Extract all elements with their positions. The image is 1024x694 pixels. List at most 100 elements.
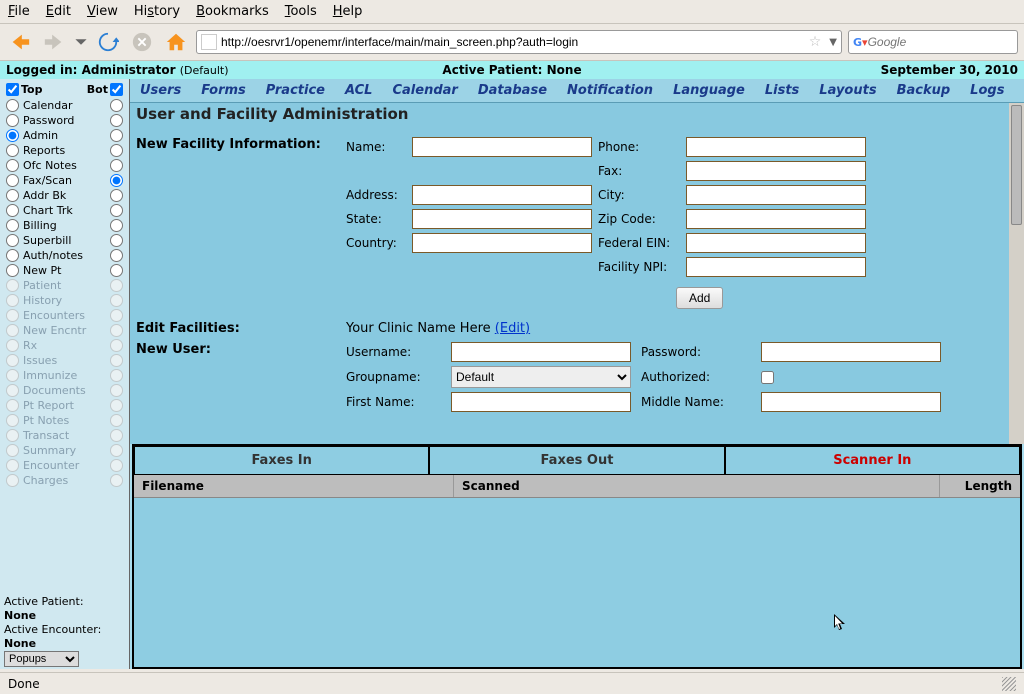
radio-bot (110, 369, 123, 382)
radio-bot[interactable] (110, 249, 123, 262)
menu-help[interactable]: Help (333, 4, 363, 19)
radio-bot[interactable] (110, 264, 123, 277)
input-phone[interactable] (686, 137, 866, 157)
nav-lists[interactable]: Lists (765, 83, 799, 98)
search-input[interactable] (868, 35, 1024, 49)
url-input[interactable] (221, 35, 805, 49)
label-password: Password: (641, 345, 751, 359)
popups-select[interactable]: Popups (4, 651, 79, 667)
sidebar-item-fax-scan[interactable]: Fax/Scan (4, 173, 125, 188)
radio-bot[interactable] (110, 159, 123, 172)
sidebar-item-password[interactable]: Password (4, 113, 125, 128)
input-username[interactable] (451, 342, 631, 362)
sidebar-item-new-pt[interactable]: New Pt (4, 263, 125, 278)
forward-button[interactable] (40, 28, 68, 56)
sidebar-item-calendar[interactable]: Calendar (4, 98, 125, 113)
radio-bot[interactable] (110, 174, 123, 187)
radio-bot[interactable] (110, 99, 123, 112)
radio-top[interactable] (6, 129, 19, 142)
radio-bot[interactable] (110, 204, 123, 217)
input-address[interactable] (412, 185, 592, 205)
nav-notification[interactable]: Notification (567, 83, 653, 98)
bot-checkbox[interactable]: Bot (87, 83, 123, 96)
back-button[interactable] (6, 28, 34, 56)
resize-grip-icon[interactable] (1002, 677, 1016, 691)
radio-bot[interactable] (110, 219, 123, 232)
sidebar-item-chart-trk[interactable]: Chart Trk (4, 203, 125, 218)
tab-faxes-out[interactable]: Faxes Out (429, 446, 724, 475)
input-ein[interactable] (686, 233, 866, 253)
sidebar-item-ofc-notes[interactable]: Ofc Notes (4, 158, 125, 173)
col-scanned[interactable]: Scanned (454, 475, 940, 497)
nav-language[interactable]: Language (673, 83, 745, 98)
radio-bot[interactable] (110, 114, 123, 127)
menu-history[interactable]: History (134, 4, 180, 19)
add-button[interactable]: Add (676, 287, 723, 309)
radio-top[interactable] (6, 189, 19, 202)
bookmark-star-icon[interactable]: ☆ (809, 34, 822, 50)
search-bar[interactable]: G▾ 🔍 (848, 30, 1018, 54)
menu-tools[interactable]: Tools (285, 4, 317, 19)
input-city[interactable] (686, 185, 866, 205)
home-button[interactable] (162, 28, 190, 56)
reload-button[interactable] (94, 28, 122, 56)
menu-view[interactable]: View (87, 4, 118, 19)
menu-file[interactable]: File (8, 4, 30, 19)
radio-bot[interactable] (110, 144, 123, 157)
radio-top[interactable] (6, 159, 19, 172)
radio-top[interactable] (6, 174, 19, 187)
sidebar-item-reports[interactable]: Reports (4, 143, 125, 158)
input-password[interactable] (761, 342, 941, 362)
nav-database[interactable]: Database (478, 83, 547, 98)
input-npi[interactable] (686, 257, 866, 277)
toolbar-dropdown[interactable] (74, 28, 88, 56)
nav-practice[interactable]: Practice (266, 83, 325, 98)
tab-faxes-in[interactable]: Faxes In (134, 446, 429, 475)
radio-top[interactable] (6, 144, 19, 157)
col-filename[interactable]: Filename (134, 475, 454, 497)
menu-edit[interactable]: Edit (46, 4, 71, 19)
radio-bot[interactable] (110, 189, 123, 202)
sidebar-item-superbill[interactable]: Superbill (4, 233, 125, 248)
menu-bookmarks[interactable]: Bookmarks (196, 4, 269, 19)
scrollbar[interactable] (1009, 103, 1024, 444)
col-length[interactable]: Length (940, 475, 1020, 497)
nav-logs[interactable]: Logs (970, 83, 1004, 98)
input-fax[interactable] (686, 161, 866, 181)
radio-top[interactable] (6, 264, 19, 277)
nav-layouts[interactable]: Layouts (819, 83, 876, 98)
tab-scanner-in[interactable]: Scanner In (725, 446, 1020, 475)
select-groupname[interactable]: Default (451, 366, 631, 388)
stop-button[interactable] (128, 28, 156, 56)
radio-top[interactable] (6, 204, 19, 217)
input-country[interactable] (412, 233, 592, 253)
radio-top[interactable] (6, 234, 19, 247)
sidebar-item-addr-bk[interactable]: Addr Bk (4, 188, 125, 203)
input-name[interactable] (412, 137, 592, 157)
nav-acl[interactable]: ACL (345, 83, 373, 98)
edit-link[interactable]: (Edit) (495, 321, 530, 336)
sidebar-item-billing[interactable]: Billing (4, 218, 125, 233)
sidebar-item-auth-notes[interactable]: Auth/notes (4, 248, 125, 263)
url-dropdown-icon[interactable]: ▼ (829, 37, 837, 48)
radio-bot[interactable] (110, 129, 123, 142)
checkbox-authorized[interactable] (761, 371, 774, 384)
input-middlename[interactable] (761, 392, 941, 412)
nav-calendar[interactable]: Calendar (392, 83, 457, 98)
nav-backup[interactable]: Backup (897, 83, 951, 98)
nav-users[interactable]: Users (140, 83, 181, 98)
radio-bot[interactable] (110, 234, 123, 247)
input-firstname[interactable] (451, 392, 631, 412)
top-checkbox[interactable]: Top (6, 83, 42, 96)
radio-top[interactable] (6, 99, 19, 112)
input-zip[interactable] (686, 209, 866, 229)
nav-forms[interactable]: Forms (201, 83, 246, 98)
input-state[interactable] (412, 209, 592, 229)
sidebar-item-admin[interactable]: Admin (4, 128, 125, 143)
radio-top[interactable] (6, 249, 19, 262)
radio-bot (110, 459, 123, 472)
radio-top[interactable] (6, 114, 19, 127)
radio-top[interactable] (6, 219, 19, 232)
sidebar-footer: Active Patient: None Active Encounter: N… (4, 590, 125, 667)
url-bar[interactable]: ☆ ▼ (196, 30, 842, 54)
